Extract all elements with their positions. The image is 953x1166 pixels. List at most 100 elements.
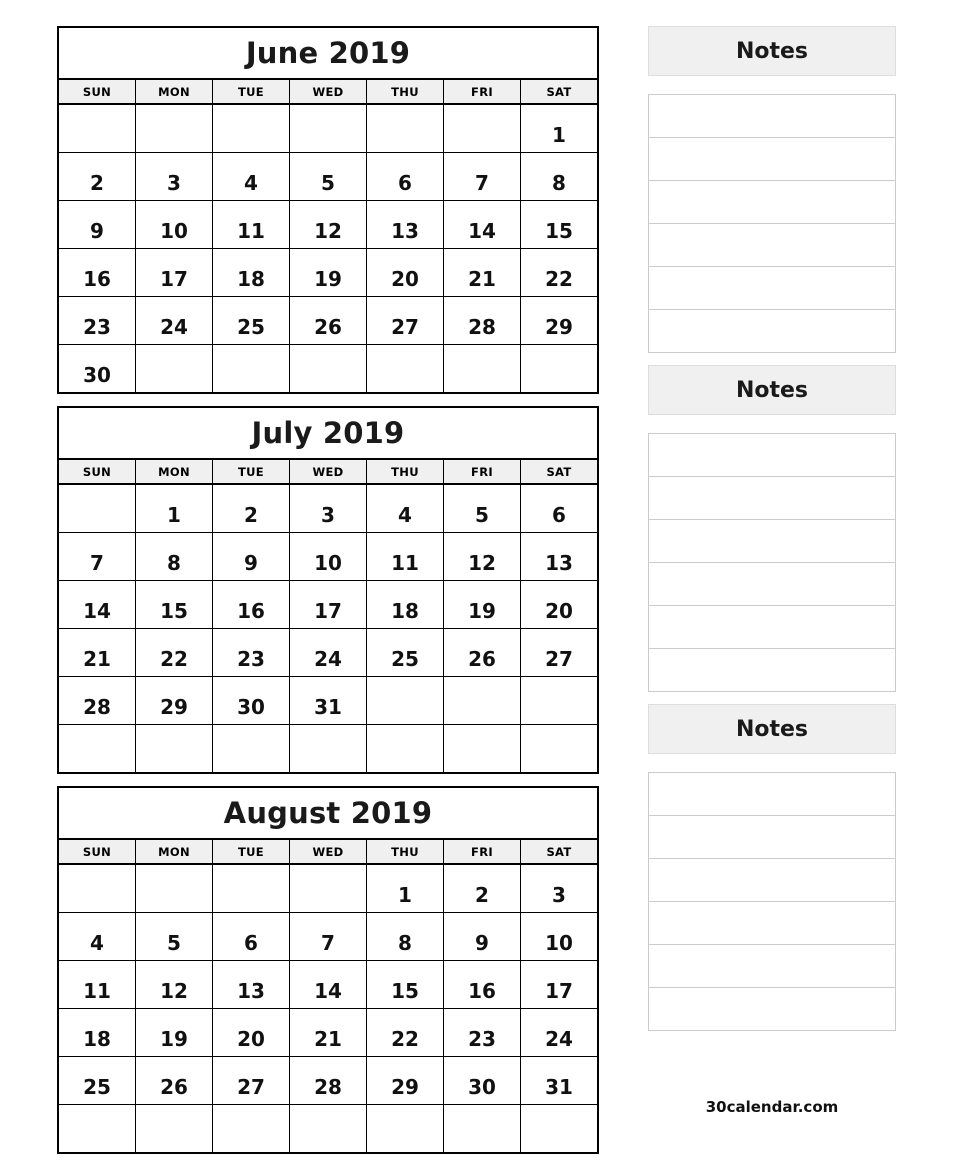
day-cell[interactable]: 26 <box>136 1057 213 1104</box>
day-cell[interactable]: 17 <box>136 249 213 296</box>
day-cell[interactable]: 21 <box>444 249 521 296</box>
day-cell[interactable] <box>59 105 136 152</box>
day-cell[interactable]: 14 <box>290 961 367 1008</box>
day-cell[interactable]: 27 <box>367 297 444 344</box>
day-cell[interactable]: 12 <box>444 533 521 580</box>
day-cell[interactable]: 12 <box>136 961 213 1008</box>
day-cell[interactable]: 1 <box>136 485 213 532</box>
day-cell[interactable]: 4 <box>59 913 136 960</box>
day-cell[interactable]: 16 <box>59 249 136 296</box>
day-cell[interactable]: 2 <box>444 865 521 912</box>
day-cell[interactable] <box>136 725 213 772</box>
day-cell[interactable]: 30 <box>444 1057 521 1104</box>
day-cell[interactable]: 10 <box>136 201 213 248</box>
day-cell[interactable]: 9 <box>59 201 136 248</box>
day-cell[interactable] <box>367 1105 444 1152</box>
day-cell[interactable]: 26 <box>290 297 367 344</box>
day-cell[interactable]: 22 <box>367 1009 444 1056</box>
day-cell[interactable] <box>213 725 290 772</box>
day-cell[interactable]: 18 <box>367 581 444 628</box>
day-cell[interactable] <box>59 865 136 912</box>
day-cell[interactable]: 15 <box>521 201 597 248</box>
day-cell[interactable]: 29 <box>136 677 213 724</box>
notes-line[interactable] <box>649 267 895 310</box>
day-cell[interactable] <box>59 1105 136 1152</box>
day-cell[interactable]: 5 <box>136 913 213 960</box>
day-cell[interactable]: 8 <box>367 913 444 960</box>
day-cell[interactable]: 21 <box>290 1009 367 1056</box>
notes-line[interactable] <box>649 224 895 267</box>
notes-line[interactable] <box>649 606 895 649</box>
notes-line[interactable] <box>649 902 895 945</box>
day-cell[interactable] <box>290 1105 367 1152</box>
day-cell[interactable] <box>521 725 597 772</box>
day-cell[interactable] <box>367 677 444 724</box>
day-cell[interactable]: 28 <box>444 297 521 344</box>
day-cell[interactable] <box>521 677 597 724</box>
day-cell[interactable]: 17 <box>290 581 367 628</box>
day-cell[interactable] <box>213 345 290 392</box>
day-cell[interactable]: 4 <box>367 485 444 532</box>
day-cell[interactable]: 10 <box>521 913 597 960</box>
day-cell[interactable]: 29 <box>521 297 597 344</box>
day-cell[interactable]: 16 <box>444 961 521 1008</box>
day-cell[interactable]: 2 <box>59 153 136 200</box>
day-cell[interactable]: 6 <box>367 153 444 200</box>
notes-line[interactable] <box>649 477 895 520</box>
day-cell[interactable] <box>213 1105 290 1152</box>
day-cell[interactable] <box>213 865 290 912</box>
day-cell[interactable]: 19 <box>136 1009 213 1056</box>
day-cell[interactable]: 19 <box>290 249 367 296</box>
day-cell[interactable]: 6 <box>521 485 597 532</box>
day-cell[interactable] <box>444 677 521 724</box>
notes-line[interactable] <box>649 95 895 138</box>
notes-line[interactable] <box>649 945 895 988</box>
day-cell[interactable]: 27 <box>521 629 597 676</box>
day-cell[interactable]: 21 <box>59 629 136 676</box>
day-cell[interactable] <box>136 345 213 392</box>
notes-line[interactable] <box>649 520 895 563</box>
day-cell[interactable] <box>290 865 367 912</box>
day-cell[interactable]: 20 <box>213 1009 290 1056</box>
day-cell[interactable]: 22 <box>136 629 213 676</box>
day-cell[interactable]: 15 <box>136 581 213 628</box>
day-cell[interactable]: 27 <box>213 1057 290 1104</box>
day-cell[interactable]: 24 <box>290 629 367 676</box>
day-cell[interactable]: 31 <box>290 677 367 724</box>
day-cell[interactable]: 29 <box>367 1057 444 1104</box>
day-cell[interactable] <box>290 345 367 392</box>
day-cell[interactable]: 18 <box>59 1009 136 1056</box>
day-cell[interactable]: 16 <box>213 581 290 628</box>
day-cell[interactable] <box>290 725 367 772</box>
day-cell[interactable]: 19 <box>444 581 521 628</box>
day-cell[interactable]: 14 <box>59 581 136 628</box>
notes-line[interactable] <box>649 816 895 859</box>
notes-line[interactable] <box>649 310 895 353</box>
day-cell[interactable]: 7 <box>290 913 367 960</box>
day-cell[interactable]: 23 <box>444 1009 521 1056</box>
day-cell[interactable]: 25 <box>367 629 444 676</box>
day-cell[interactable] <box>290 105 367 152</box>
day-cell[interactable]: 1 <box>521 105 597 152</box>
day-cell[interactable]: 17 <box>521 961 597 1008</box>
day-cell[interactable]: 26 <box>444 629 521 676</box>
day-cell[interactable]: 8 <box>136 533 213 580</box>
day-cell[interactable] <box>213 105 290 152</box>
day-cell[interactable] <box>444 105 521 152</box>
day-cell[interactable]: 9 <box>444 913 521 960</box>
day-cell[interactable] <box>136 1105 213 1152</box>
day-cell[interactable]: 12 <box>290 201 367 248</box>
day-cell[interactable]: 30 <box>213 677 290 724</box>
day-cell[interactable]: 13 <box>367 201 444 248</box>
day-cell[interactable]: 11 <box>59 961 136 1008</box>
day-cell[interactable] <box>367 105 444 152</box>
day-cell[interactable] <box>136 105 213 152</box>
day-cell[interactable]: 1 <box>367 865 444 912</box>
day-cell[interactable]: 8 <box>521 153 597 200</box>
day-cell[interactable]: 11 <box>367 533 444 580</box>
day-cell[interactable]: 24 <box>136 297 213 344</box>
day-cell[interactable] <box>521 345 597 392</box>
day-cell[interactable]: 20 <box>521 581 597 628</box>
day-cell[interactable]: 31 <box>521 1057 597 1104</box>
notes-line[interactable] <box>649 563 895 606</box>
